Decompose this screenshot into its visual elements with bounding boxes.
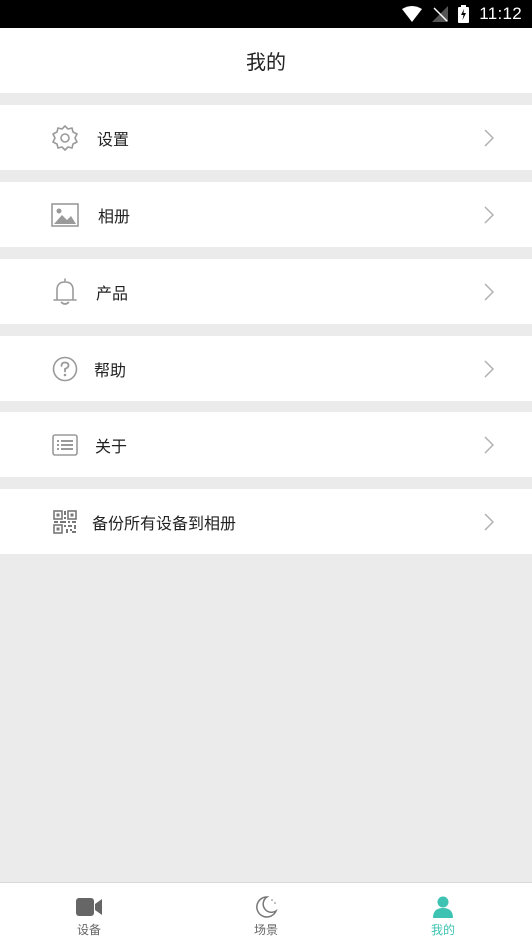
bell-icon [50, 277, 80, 307]
chevron-right-icon [482, 511, 496, 533]
menu-label: 帮助 [94, 360, 127, 380]
help-icon [50, 354, 80, 384]
chevron-right-icon [482, 434, 496, 456]
gear-icon [50, 123, 80, 153]
menu-item-products[interactable]: 产品 [0, 259, 532, 324]
page-title: 我的 [246, 50, 286, 74]
tab-devices[interactable]: 设备 [39, 883, 139, 945]
menu-label: 关于 [95, 436, 128, 456]
bottom-nav: 设备 场景 我的 [0, 882, 532, 945]
tab-label: 我的 [430, 923, 455, 937]
menu-item-backup[interactable]: 备份所有设备到相册 [0, 489, 532, 554]
no-signal-icon [432, 6, 449, 22]
menu-item-help[interactable]: 帮助 [0, 336, 532, 401]
moon-icon [254, 895, 278, 919]
menu-item-about[interactable]: 关于 [0, 412, 532, 477]
battery-charging-icon [458, 5, 470, 23]
menu-label: 备份所有设备到相册 [92, 513, 237, 533]
status-time: 11:12 [479, 4, 522, 23]
tab-mine[interactable]: 我的 [393, 883, 493, 945]
menu-label: 产品 [96, 283, 129, 303]
chevron-right-icon [482, 281, 496, 303]
person-icon [432, 895, 454, 919]
wifi-icon [402, 6, 423, 22]
page-header: 我的 [0, 28, 532, 93]
tab-label: 场景 [253, 923, 278, 937]
menu-label: 设置 [97, 129, 130, 149]
tab-label: 设备 [76, 923, 101, 937]
tab-scenes[interactable]: 场景 [216, 883, 316, 945]
chevron-right-icon [482, 127, 496, 149]
chevron-right-icon [482, 358, 496, 380]
menu-item-settings[interactable]: 设置 [0, 105, 532, 170]
qr-code-icon [50, 507, 80, 537]
image-icon [50, 200, 80, 230]
video-camera-icon [76, 895, 102, 919]
list-icon [50, 430, 80, 460]
menu-label: 相册 [98, 206, 131, 226]
chevron-right-icon [482, 204, 496, 226]
menu-item-album[interactable]: 相册 [0, 182, 532, 247]
status-bar: 11:12 [0, 0, 532, 28]
